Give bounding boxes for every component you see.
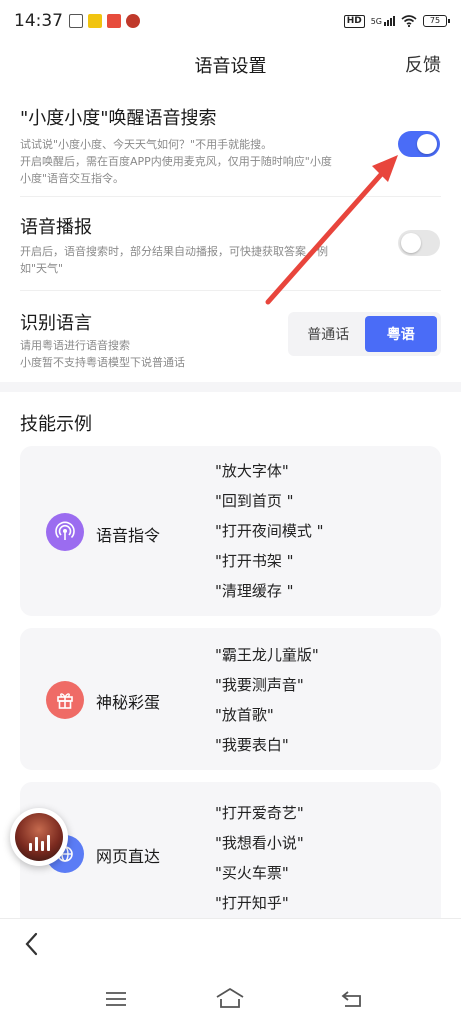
wake-word-setting: "小度小度"唤醒语音搜索 试试说"小度小度、今天天气如何？"不用手就能搜。 开启… (20, 104, 441, 187)
chevron-left-icon (25, 932, 38, 956)
toggle-knob (401, 233, 421, 253)
avatar (15, 813, 63, 861)
voice-broadcast-setting: 语音播报 开启后，语音搜索时，部分结果自动播报，可快捷获取答案，例 如"天气" (20, 213, 441, 277)
divider (20, 196, 441, 197)
skill-example[interactable]: "清理缓存 " (215, 576, 324, 606)
section-separator (0, 382, 461, 392)
skill-example[interactable]: "打开知乎" (215, 888, 304, 918)
battery-icon: 75 (423, 15, 450, 27)
skill-example[interactable]: "打开爱奇艺" (215, 798, 304, 828)
skill-example[interactable]: "打开书架 " (215, 546, 324, 576)
skill-example[interactable]: "回到首页 " (215, 486, 324, 516)
skills-section-title: 技能示例 (20, 414, 92, 435)
skill-card-web-direct: 网页直达 "打开爱奇艺" "我想看小说" "买火车票" "打开知乎" (20, 782, 441, 932)
system-nav-bar (0, 985, 461, 1015)
notification-icons (69, 14, 140, 28)
language-option-cantonese[interactable]: 粤语 (364, 316, 437, 352)
menu-icon (106, 992, 126, 1006)
voice-broadcast-title: 语音播报 (20, 217, 92, 238)
skill-example[interactable]: "我要表白" (215, 730, 319, 760)
divider (20, 290, 441, 291)
recognition-language-setting: 识别语言 请用粤语进行语音搜索 小度暂不支持粤语模型下说普通话 (20, 309, 280, 371)
return-icon (341, 991, 361, 1007)
wake-word-description: 试试说"小度小度、今天天气如何？"不用手就能搜。 开启唤醒后，需在百度APP内使… (20, 136, 441, 187)
skill-examples: "打开爱奇艺" "我想看小说" "买火车票" "打开知乎" (215, 798, 304, 918)
status-time: 14:37 (14, 11, 63, 31)
language-desc-line: 小度暂不支持粤语模型下说普通话 (20, 356, 185, 369)
skill-card-title: 网页直达 (96, 847, 161, 866)
audio-bars-icon (29, 835, 50, 851)
wake-word-title: "小度小度"唤醒语音搜索 (20, 108, 217, 129)
skill-card-title: 神秘彩蛋 (96, 693, 161, 712)
network-type: 5G (370, 17, 382, 26)
skill-example[interactable]: "我要测声音" (215, 670, 319, 700)
gift-icon (46, 681, 84, 719)
home-button[interactable] (215, 987, 245, 1013)
language-option-mandarin[interactable]: 普通话 (292, 316, 365, 352)
status-bar: 14:37 HD 5G 75 (0, 0, 461, 42)
broadcast-desc-line: 如"天气" (20, 262, 64, 275)
back-button[interactable] (22, 931, 42, 961)
page-title: 语音设置 (194, 56, 267, 77)
skill-example[interactable]: "放首歌" (215, 700, 319, 730)
system-back-button[interactable] (340, 989, 364, 1013)
system-status: HD 5G 75 (343, 14, 450, 28)
skill-card-title: 语音指令 (96, 526, 161, 545)
floating-assistant-bubble[interactable] (10, 808, 68, 866)
app-notification-icon (107, 14, 121, 28)
signal-icon: 5G (371, 16, 395, 26)
skill-example[interactable]: "霸王龙儿童版" (215, 640, 319, 670)
skill-example[interactable]: "买火车票" (215, 858, 304, 888)
skill-card-easter-eggs: 神秘彩蛋 "霸王龙儿童版" "我要测声音" "放首歌" "我要表白" (20, 628, 441, 770)
skill-card-voice-commands: 语音指令 "放大字体" "回到首页 " "打开夜间模式 " "打开书架 " "清… (20, 446, 441, 616)
app-notification-icon (126, 14, 140, 28)
skill-example[interactable]: "我想看小说" (215, 828, 304, 858)
skill-example[interactable]: "放大字体" (215, 456, 324, 486)
home-icon (216, 988, 244, 1008)
voice-broadcast-description: 开启后，语音搜索时，部分结果自动播报，可快捷获取答案，例 如"天气" (20, 243, 441, 277)
recognition-language-description: 请用粤语进行语音搜索 小度暂不支持粤语模型下说普通话 (20, 337, 280, 371)
wifi-icon (401, 15, 417, 27)
menu-button[interactable] (104, 990, 128, 1012)
sync-icon (69, 14, 83, 28)
skill-examples: "放大字体" "回到首页 " "打开夜间模式 " "打开书架 " "清理缓存 " (215, 456, 324, 606)
recognition-language-title: 识别语言 (20, 313, 92, 334)
wake-word-toggle[interactable] (398, 131, 440, 157)
wake-desc-line: 试试说"小度小度、今天天气如何？"不用手就能搜。 (20, 138, 273, 151)
title-bar: 语音设置 反馈 (0, 42, 461, 86)
battery-level: 75 (429, 16, 441, 25)
skill-examples: "霸王龙儿童版" "我要测声音" "放首歌" "我要表白" (215, 640, 319, 760)
broadcast-desc-line: 开启后，语音搜索时，部分结果自动播报，可快捷获取答案，例 (20, 245, 328, 258)
language-segmented-control: 普通话 粤语 (288, 312, 441, 356)
app-notification-icon (88, 14, 102, 28)
wake-desc-line: 小度"语音交互指令。 (20, 172, 125, 185)
feedback-button[interactable]: 反馈 (405, 51, 441, 77)
wake-desc-line: 开启唤醒后，需在百度APP内使用麦克风，仅用于随时响应"小度 (20, 155, 332, 168)
radio-waves-icon (46, 513, 84, 551)
skill-example[interactable]: "打开夜间模式 " (215, 516, 324, 546)
language-desc-line: 请用粤语进行语音搜索 (20, 339, 130, 352)
hd-badge: HD (343, 14, 365, 28)
voice-broadcast-toggle[interactable] (398, 230, 440, 256)
toggle-knob (417, 134, 437, 154)
bottom-navigation (0, 918, 461, 1024)
